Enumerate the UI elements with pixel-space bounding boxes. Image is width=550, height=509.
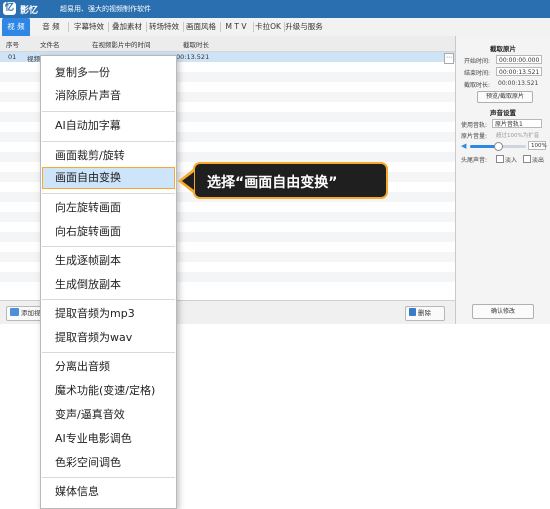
menu-item-remove-audio[interactable]: 消除原片声音 <box>42 85 175 107</box>
delete-button[interactable]: 删除 <box>405 306 445 321</box>
row-more-button[interactable]: ⋯ <box>444 53 454 64</box>
title-bar: 忆 影忆 超易用、强大的视频制作软件 <box>0 0 550 18</box>
menu-separator <box>42 246 175 247</box>
start-time-field[interactable]: 00:00:00.000 <box>496 55 542 64</box>
trash-icon <box>409 308 416 316</box>
menu-item-frame-copy[interactable]: 生成逐帧副本 <box>42 250 175 272</box>
menu-item-ai-subtitles[interactable]: AI自动加字幕 <box>42 115 175 137</box>
callout-arrow-inner <box>182 172 194 190</box>
menu-separator <box>42 141 175 142</box>
tab-overlay[interactable]: 叠加素材 <box>109 18 145 36</box>
menu-item-split-audio[interactable]: 分离出音频 <box>42 356 175 378</box>
menu-separator <box>42 477 175 478</box>
menu-item-crop-rotate[interactable]: 画面裁剪/旋转 <box>42 145 175 167</box>
column-header-filename[interactable]: 文件名 <box>40 39 60 49</box>
tab-divider <box>68 22 69 32</box>
clip-section-title: 截取原片 <box>490 45 516 53</box>
fade-out-label: 淡出 <box>532 157 545 164</box>
callout-text: 选择“画面自由变换” <box>207 175 338 191</box>
row-index: 01 <box>8 53 17 61</box>
tab-mtv[interactable]: M T V <box>220 18 252 36</box>
confirm-changes-button[interactable]: 确认修改 <box>472 304 534 319</box>
column-header-time[interactable]: 在视频影片中的时间 <box>92 39 151 49</box>
menu-item-extract-mp3[interactable]: 提取音频为mp3 <box>42 303 175 325</box>
menu-item-color-space[interactable]: 色彩空间调色 <box>42 452 175 474</box>
add-video-label: 添加视 <box>21 309 41 317</box>
tab-subtitle-effects[interactable]: 字幕特效 <box>71 18 107 36</box>
speaker-icon: ◀ <box>461 142 467 150</box>
add-video-icon <box>10 308 19 316</box>
clip-duration-label: 截取时长: <box>464 82 491 89</box>
preview-clip-button[interactable]: 预览/截取原片 <box>477 91 533 103</box>
row-duration: 00:13.521 <box>176 53 210 61</box>
app-name: 影忆 <box>20 6 39 16</box>
sound-section-title: 声音设置 <box>490 109 516 117</box>
menu-item-magic-speed[interactable]: 魔术功能(变速/定格) <box>42 380 175 402</box>
tab-video[interactable]: 视 频 <box>2 18 30 36</box>
volume-value-field[interactable]: 100% <box>528 141 547 150</box>
instruction-callout: 选择“画面自由变换” <box>193 162 388 199</box>
start-time-label: 开始时间: <box>464 58 491 65</box>
menu-item-voice-change[interactable]: 变声/逼真音效 <box>42 404 175 426</box>
audio-track-select[interactable]: 原片音轨1 <box>492 119 542 128</box>
audio-track-label: 使用音轨: <box>461 122 488 129</box>
menu-separator <box>42 193 175 194</box>
fade-in-label: 淡入 <box>505 157 518 164</box>
tab-picture-style[interactable]: 画面风格 <box>183 18 219 36</box>
audio-track-value: 原片音轨1 <box>495 121 523 128</box>
menu-item-extract-wav[interactable]: 提取音频为wav <box>42 327 175 349</box>
fade-in-checkbox[interactable] <box>496 155 504 163</box>
menu-item-rotate-left[interactable]: 向左旋转画面 <box>42 197 175 219</box>
volume-slider[interactable] <box>470 142 526 151</box>
context-menu: 复制多一份 消除原片声音 AI自动加字幕 画面裁剪/旋转 画面自由变换 向左旋转… <box>40 55 177 509</box>
fade-label: 头尾声音: <box>461 157 488 164</box>
main-tab-bar: 视 频 音 频 字幕特效 叠加素材 转场特效 画面风格 M T V 卡拉OK 升… <box>0 18 550 37</box>
menu-item-ai-color-grade[interactable]: AI专业电影调色 <box>42 428 175 450</box>
menu-item-rotate-right[interactable]: 向右旋转画面 <box>42 221 175 243</box>
fade-out-checkbox[interactable] <box>523 155 531 163</box>
app-logo-icon: 忆 <box>3 2 16 15</box>
tab-audio[interactable]: 音 频 <box>38 18 64 36</box>
clip-settings-panel: 截取原片 开始时间: 00:00:00.000 结束时间: 00:00:13.5… <box>456 36 550 324</box>
menu-item-duplicate[interactable]: 复制多一份 <box>42 62 175 84</box>
end-time-label: 结束时间: <box>464 70 491 77</box>
menu-separator <box>42 299 175 300</box>
list-header: 序号 文件名 在视频影片中的时间 截取时长 <box>0 36 455 52</box>
menu-separator <box>42 111 175 112</box>
menu-item-free-transform[interactable]: 画面自由变换 <box>42 167 175 189</box>
tab-karaoke[interactable]: 卡拉OK <box>253 18 283 36</box>
menu-item-reverse-copy[interactable]: 生成倒放副本 <box>42 274 175 296</box>
volume-label: 原片音量: <box>461 133 488 140</box>
menu-separator <box>42 352 175 353</box>
tab-upgrade-service[interactable]: 升级与服务 <box>284 18 324 36</box>
tab-transitions[interactable]: 转场特效 <box>146 18 182 36</box>
app-slogan: 超易用、强大的视频制作软件 <box>60 5 151 13</box>
volume-slider-knob[interactable] <box>494 142 503 151</box>
volume-hint: 超过100%为扩音 <box>496 133 540 139</box>
delete-label: 删除 <box>418 309 431 317</box>
menu-item-media-info[interactable]: 媒体信息 <box>42 481 175 503</box>
end-time-field[interactable]: 00:00:13.521 <box>496 67 542 76</box>
clip-duration-value: 00:00:13.521 <box>498 80 539 87</box>
column-header-duration[interactable]: 截取时长 <box>183 39 209 49</box>
column-header-index[interactable]: 序号 <box>6 39 19 49</box>
